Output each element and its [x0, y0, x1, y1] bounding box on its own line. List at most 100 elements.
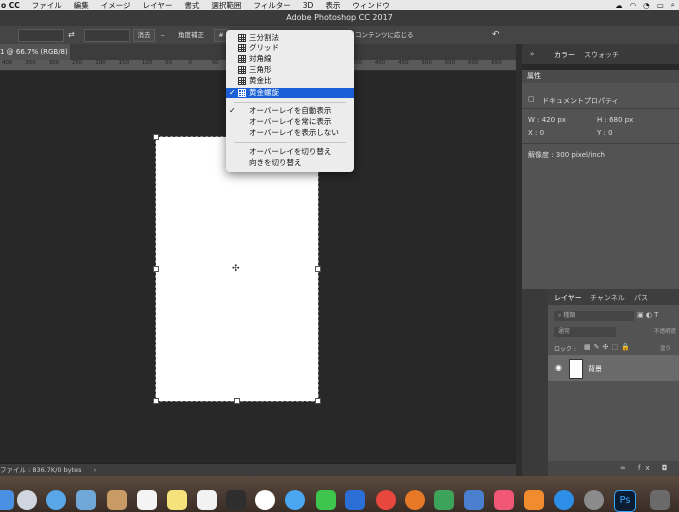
mail-icon[interactable] — [76, 490, 96, 510]
downloads-icon[interactable] — [650, 490, 670, 510]
ruler-tick-label: 50 — [211, 60, 219, 66]
menu-select[interactable]: 選択範囲 — [211, 0, 241, 11]
menu-item-rule-of-thirds[interactable]: 三分割法 — [226, 33, 354, 43]
tab-channels[interactable]: チャンネル — [590, 293, 625, 303]
chrome-icon[interactable] — [376, 490, 396, 510]
grid-icon — [238, 44, 246, 52]
battery-icon[interactable]: ▭ — [657, 1, 664, 10]
ruler-tick-label: 550 — [444, 60, 456, 66]
golden-ratio-icon — [238, 77, 246, 85]
crop-handle-left[interactable] — [153, 266, 159, 272]
tab-layers[interactable]: レイヤー — [554, 293, 582, 303]
finder-icon[interactable] — [0, 490, 14, 510]
menu-3d[interactable]: 3D — [303, 1, 314, 10]
swap-icon[interactable]: ⇄ — [68, 29, 75, 41]
crop-handle-bl[interactable] — [153, 398, 159, 404]
layer-row-background[interactable]: ◉ 背景 — [548, 355, 679, 381]
menu-layer[interactable]: レイヤー — [143, 0, 173, 11]
menu-item-triangle[interactable]: 三角形 — [226, 65, 354, 75]
straighten-label[interactable]: 角度補正 — [178, 29, 204, 41]
height-field[interactable] — [84, 29, 130, 42]
status-menu-arrow[interactable]: › — [94, 466, 97, 474]
reset-icon[interactable]: ↶ — [492, 29, 500, 41]
menu-item-golden-spiral[interactable]: ✓ 黄金螺旋 — [226, 88, 354, 98]
contacts-icon[interactable] — [107, 490, 127, 510]
menu-item-never-show[interactable]: オーバーレイを表示しない — [226, 128, 354, 138]
notes-icon[interactable] — [167, 490, 187, 510]
ibooks-icon[interactable] — [524, 490, 544, 510]
properties-header[interactable]: 属性 — [522, 70, 679, 83]
menu-type[interactable]: 書式 — [184, 0, 199, 11]
menu-item-label: 黄金螺旋 — [249, 88, 279, 97]
menu-view[interactable]: 表示 — [325, 0, 340, 11]
ruler-tick-label: 300 — [48, 60, 60, 66]
firefox-icon[interactable] — [405, 490, 425, 510]
fill-label[interactable]: 塗り — [660, 344, 671, 352]
messages-icon[interactable] — [285, 490, 305, 510]
numbers-icon[interactable] — [434, 490, 454, 510]
tab-swatches[interactable]: スウォッチ — [584, 50, 619, 60]
filter-icons[interactable]: ▣ ◐ T — [637, 311, 658, 319]
checkmark-icon: ✓ — [229, 106, 236, 115]
maps-icon[interactable] — [226, 490, 246, 510]
ruler-tick-label: 600 — [468, 60, 479, 66]
crop-handle-bottom[interactable] — [234, 398, 240, 404]
menu-item-diagonal[interactable]: 対角線 — [226, 54, 354, 64]
document-tab[interactable]: 1 @ 66.7% (RGB/8) — [0, 44, 71, 60]
doc-size: ファイル : 836.7K/0 bytes — [0, 466, 82, 474]
menu-item-golden-ratio[interactable]: 黄金比 — [226, 76, 354, 86]
launchpad-icon[interactable] — [17, 490, 37, 510]
menu-item-label: グリッド — [249, 43, 279, 52]
crop-handle-right[interactable] — [315, 266, 321, 272]
safari-icon[interactable] — [46, 490, 66, 510]
width-value: W : 420 px — [528, 116, 566, 124]
opacity-label[interactable]: 不透明度 — [654, 327, 676, 335]
itunes-icon[interactable] — [494, 490, 514, 510]
system-preferences-icon[interactable] — [584, 490, 604, 510]
lock-icons[interactable]: ▦✎✣⬚🔒 — [584, 343, 633, 351]
crop-center-icon: ✣ — [232, 264, 240, 274]
tab-paths[interactable]: パス — [634, 293, 648, 303]
menu-filter[interactable]: フィルター — [253, 0, 290, 11]
straighten-icon[interactable]: ⎯ — [161, 29, 164, 41]
clock-icon[interactable]: ◔ — [643, 1, 650, 10]
height-value: H : 680 px — [597, 116, 634, 124]
preview-icon[interactable] — [464, 490, 484, 510]
keynote-icon[interactable] — [345, 490, 365, 510]
facetime-icon[interactable] — [316, 490, 336, 510]
photos-icon[interactable] — [255, 490, 275, 510]
menu-item-cycle-overlay[interactable]: オーバーレイを切り替え — [226, 147, 354, 157]
menu-item-cycle-orientation[interactable]: 向きを切り替え — [226, 158, 354, 168]
photoshop-icon[interactable]: Ps — [614, 490, 636, 512]
menu-edit[interactable]: 編集 — [74, 0, 89, 11]
reminders-icon[interactable] — [197, 490, 217, 510]
mac-menubar: o CC ファイル 編集 イメージ レイヤー 書式 選択範囲 フィルター 3D … — [0, 0, 679, 10]
layer-name[interactable]: 背景 — [588, 364, 602, 374]
blend-mode-select[interactable]: 通常 — [554, 327, 616, 337]
crop-handle-tl[interactable] — [153, 134, 159, 140]
panel-collapse-icon[interactable]: » — [530, 50, 534, 58]
creative-cloud-icon[interactable]: ☁ — [615, 1, 623, 10]
menu-image[interactable]: イメージ — [101, 0, 131, 11]
menu-item-grid[interactable]: グリッド — [226, 43, 354, 53]
menu-file[interactable]: ファイル — [32, 0, 62, 11]
spotlight-icon[interactable]: ⌕ — [671, 0, 675, 10]
menu-item-always-show[interactable]: オーバーレイを常に表示 — [226, 117, 354, 127]
calendar-icon[interactable] — [137, 490, 157, 510]
panel-icon-strip — [522, 289, 548, 476]
crop-handle-br[interactable] — [315, 398, 321, 404]
menu-item-auto-show[interactable]: ✓ オーバーレイを自動表示 — [226, 106, 354, 116]
clear-button[interactable]: 消去 — [133, 29, 155, 42]
layer-actions-icons[interactable]: ∞ fx ◘ — [620, 464, 672, 472]
wifi-icon[interactable]: ◠ — [630, 1, 637, 10]
app-store-icon[interactable] — [554, 490, 574, 510]
eye-icon[interactable]: ◉ — [555, 363, 562, 372]
ruler-tick-label: 400 — [2, 60, 13, 66]
tab-color[interactable]: カラー — [554, 50, 575, 60]
app-menu[interactable]: o CC — [1, 1, 20, 10]
status-icons: ☁ ◠ ◔ ▭ ⌕ — [615, 0, 675, 10]
content-aware-checkbox[interactable]: コンテンツに応じる — [355, 29, 414, 41]
width-field[interactable] — [18, 29, 64, 42]
layer-filter-input[interactable]: ⌕ 種類 — [554, 311, 634, 321]
menu-window[interactable]: ウィンドウ — [352, 0, 390, 11]
